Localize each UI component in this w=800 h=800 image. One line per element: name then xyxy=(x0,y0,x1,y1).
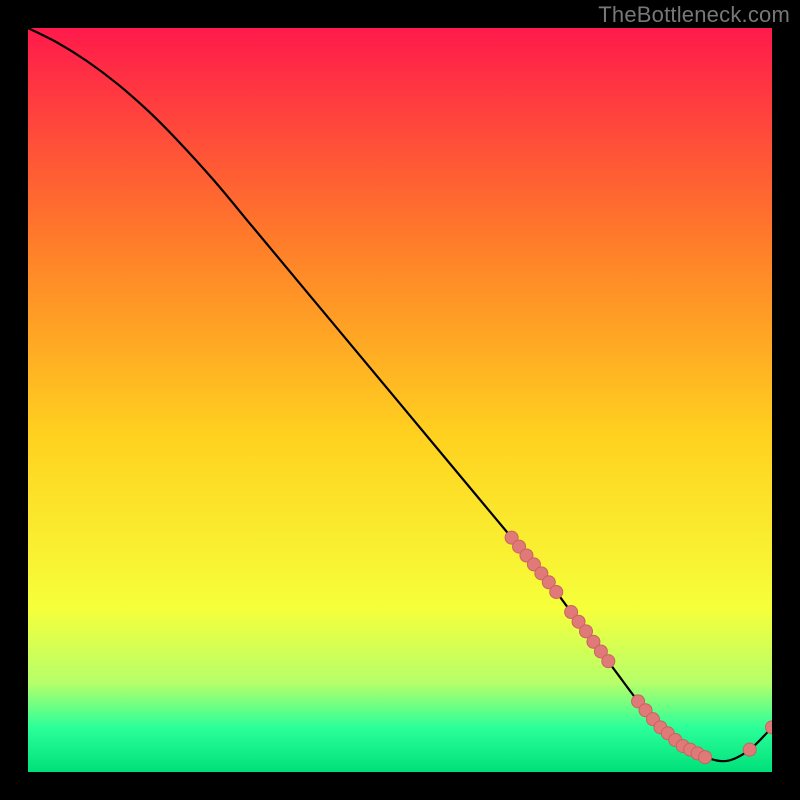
data-point xyxy=(602,655,615,668)
plot-svg xyxy=(28,28,772,772)
gradient-background xyxy=(28,28,772,772)
data-point xyxy=(743,743,756,756)
plot-area xyxy=(28,28,772,772)
data-point xyxy=(699,751,712,764)
watermark-text: TheBottleneck.com xyxy=(598,2,790,28)
chart-frame: TheBottleneck.com xyxy=(0,0,800,800)
data-point xyxy=(550,585,563,598)
